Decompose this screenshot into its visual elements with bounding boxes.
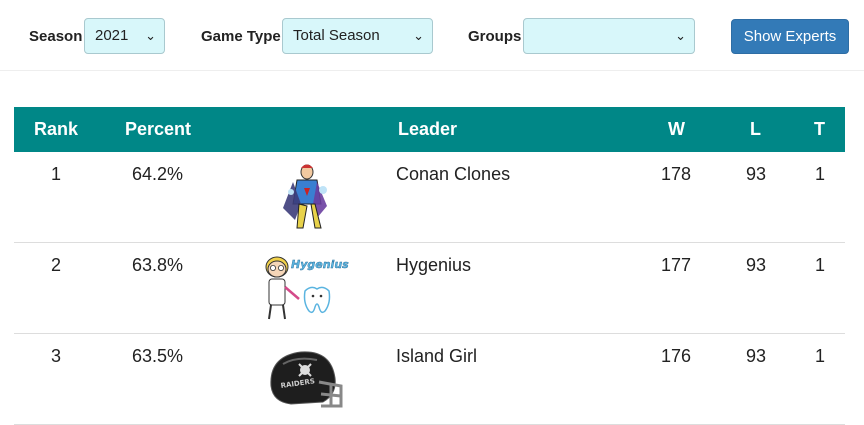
rank-header[interactable]: Rank — [34, 119, 78, 140]
table-row[interactable]: 3 63.5% RAIDERS Island Girl 176 93 1 — [14, 334, 845, 425]
percent-cell: 64.2% — [132, 164, 184, 184]
filter-bar: Season 2021 ⌄ Game Type Total Season ⌄ G… — [0, 0, 864, 71]
season-value: 2021 — [95, 27, 129, 44]
l-header[interactable]: L — [750, 119, 761, 140]
losses-cell: 93 — [746, 255, 767, 275]
show-experts-button[interactable]: Show Experts — [731, 19, 849, 54]
leader-header[interactable]: Leader — [398, 119, 457, 140]
groups-label: Groups — [468, 28, 522, 45]
t-header[interactable]: T — [814, 119, 825, 140]
ties-cell: 1 — [815, 164, 826, 184]
football-helmet-avatar-icon: RAIDERS — [270, 351, 343, 408]
game-type-select[interactable]: Total Season ⌄ — [282, 18, 433, 54]
chevron-down-icon: ⌄ — [675, 28, 686, 43]
leaderboard-table: Rank Percent Leader W L T 1 64.2% Conan … — [14, 107, 845, 425]
losses-cell: 93 — [746, 164, 767, 184]
leader-name[interactable]: Hygenius — [396, 255, 471, 276]
game-type-label: Game Type — [201, 28, 281, 45]
groups-select[interactable]: ⌄ — [523, 18, 695, 54]
percent-cell: 63.5% — [132, 346, 184, 366]
season-label: Season — [29, 28, 83, 45]
dentist-tooth-avatar-icon: Hygenius — [265, 256, 349, 320]
wins-cell: 176 — [661, 346, 692, 366]
percent-cell: 63.8% — [132, 255, 184, 275]
superhero-avatar-icon — [283, 164, 327, 229]
table-row[interactable]: 2 63.8% Hygenius Hygenius 177 93 1 — [14, 243, 845, 334]
ties-cell: 1 — [815, 255, 826, 275]
game-type-value: Total Season — [293, 27, 380, 44]
rank-cell: 2 — [51, 255, 62, 275]
season-select[interactable]: 2021 ⌄ — [84, 18, 165, 54]
losses-cell: 93 — [746, 346, 767, 366]
rank-cell: 1 — [51, 164, 62, 184]
chevron-down-icon: ⌄ — [145, 28, 156, 43]
ties-cell: 1 — [815, 346, 826, 366]
avatar-logo-text: Hygenius — [291, 258, 349, 271]
table-header: Rank Percent Leader W L T — [14, 107, 845, 152]
table-row[interactable]: 1 64.2% Conan Clones 178 93 1 — [14, 152, 845, 243]
percent-header[interactable]: Percent — [125, 119, 191, 140]
w-header[interactable]: W — [668, 119, 685, 140]
leader-name[interactable]: Island Girl — [396, 346, 477, 367]
chevron-down-icon: ⌄ — [413, 28, 424, 43]
leader-name[interactable]: Conan Clones — [396, 164, 510, 185]
wins-cell: 177 — [661, 255, 692, 275]
rank-cell: 3 — [51, 346, 62, 366]
wins-cell: 178 — [661, 164, 692, 184]
